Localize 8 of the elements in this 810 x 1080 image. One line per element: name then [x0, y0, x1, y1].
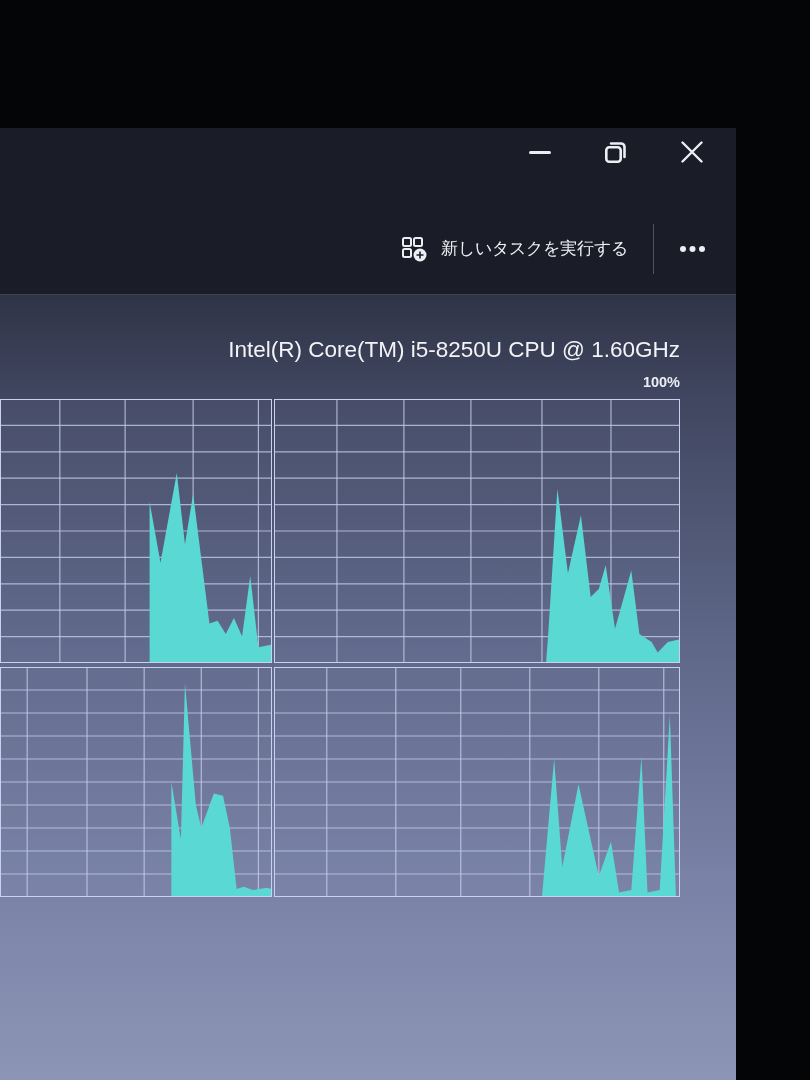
graph-scale-label: 100%	[642, 373, 680, 391]
minimize-icon	[529, 150, 551, 154]
run-new-task-button[interactable]: 新しいタスクを実行する	[396, 228, 634, 270]
cpu-name: Intel(R) Core(TM) i5-8250U CPU @ 1.60GHz	[228, 336, 680, 364]
more-icon	[680, 246, 705, 252]
app-plus-icon	[402, 236, 427, 262]
restore-icon	[605, 141, 627, 163]
close-icon	[681, 141, 703, 163]
